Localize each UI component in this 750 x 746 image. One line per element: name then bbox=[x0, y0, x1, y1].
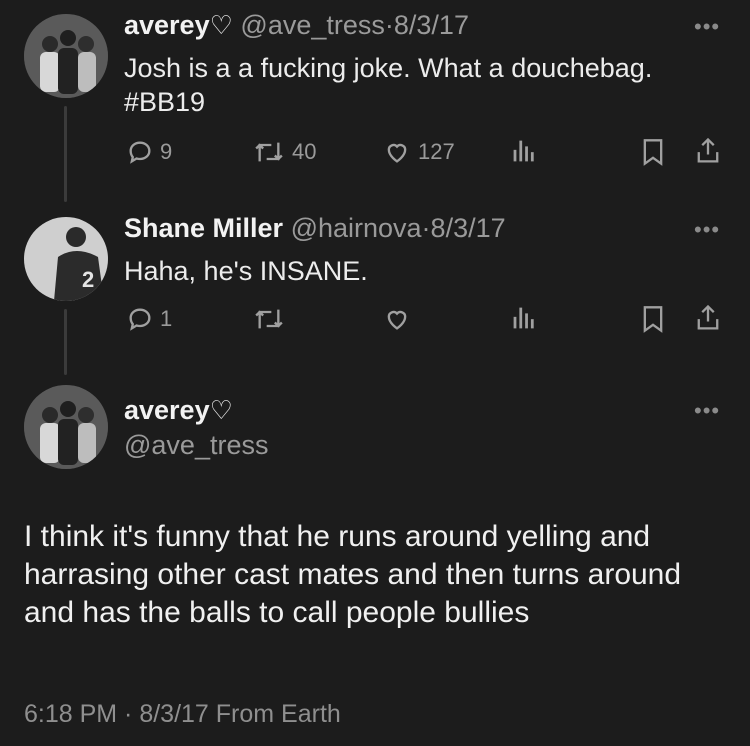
reply-count: 1 bbox=[160, 306, 173, 331]
views-icon bbox=[513, 140, 534, 162]
handle[interactable]: @ave_tress bbox=[240, 10, 384, 40]
bookmark-icon bbox=[643, 306, 663, 333]
tweet-text-line: Josh is a a fucking joke. What a doucheb… bbox=[124, 53, 653, 83]
tweet-header: averey♡ bbox=[124, 395, 233, 426]
reply-icon bbox=[129, 308, 151, 331]
separator: · bbox=[384, 10, 394, 40]
like-button[interactable]: 127 bbox=[382, 138, 455, 166]
handle[interactable]: @hairnova bbox=[291, 213, 422, 243]
tweet-date[interactable]: 8/3/17 bbox=[431, 213, 506, 243]
retweet-icon bbox=[255, 309, 283, 329]
share-icon bbox=[697, 137, 719, 163]
tweet-date[interactable]: 8/3/17 bbox=[394, 10, 469, 40]
more-options-icon[interactable]: ••• bbox=[694, 14, 720, 40]
display-name[interactable]: Shane Miller bbox=[124, 213, 283, 243]
bookmark-button[interactable] bbox=[640, 305, 666, 333]
avatar[interactable] bbox=[24, 385, 108, 469]
display-name[interactable]: averey bbox=[124, 395, 210, 425]
retweet-count: 40 bbox=[292, 139, 317, 164]
more-options-icon[interactable]: ••• bbox=[694, 398, 720, 424]
share-button[interactable] bbox=[694, 303, 722, 333]
handle[interactable]: @ave_tress bbox=[124, 430, 268, 461]
name-heart-symbol: ♡ bbox=[209, 395, 233, 425]
heart-icon bbox=[387, 143, 407, 163]
retweet-button[interactable] bbox=[252, 305, 286, 333]
reply-icon bbox=[129, 141, 151, 164]
svg-text:2: 2 bbox=[82, 267, 94, 292]
display-name[interactable]: averey bbox=[124, 10, 210, 40]
separator: · bbox=[421, 213, 431, 243]
tweet-timestamp-source: 6:18 PM · 8/3/17 From Earth bbox=[24, 700, 341, 728]
reply-button[interactable]: 1 bbox=[126, 305, 172, 333]
like-count: 127 bbox=[418, 139, 455, 164]
heart-icon bbox=[387, 310, 407, 330]
share-icon bbox=[697, 304, 719, 330]
reply-button[interactable]: 9 bbox=[126, 138, 172, 166]
bookmark-button[interactable] bbox=[640, 138, 666, 166]
avatar[interactable] bbox=[24, 14, 108, 98]
views-button[interactable] bbox=[510, 136, 538, 166]
share-button[interactable] bbox=[694, 136, 722, 166]
tweet-text: Josh is a a fucking joke. What a doucheb… bbox=[124, 51, 652, 119]
like-button[interactable] bbox=[382, 305, 412, 333]
tweet-header: averey♡ @ave_tress·8/3/17 bbox=[124, 10, 469, 41]
more-options-icon[interactable]: ••• bbox=[694, 217, 720, 243]
bookmark-icon bbox=[643, 139, 663, 166]
tweet-text: Haha, he's INSANE. bbox=[124, 256, 368, 286]
name-heart-symbol: ♡ bbox=[209, 10, 233, 40]
thread-line bbox=[64, 106, 67, 202]
thread-line bbox=[64, 309, 67, 375]
views-button[interactable] bbox=[510, 303, 538, 333]
main-tweet-text: I think it's funny that he runs around y… bbox=[24, 520, 682, 629]
views-icon bbox=[513, 307, 534, 329]
tweet-header: Shane Miller @hairnova·8/3/17 bbox=[124, 213, 506, 244]
hashtag-link[interactable]: #BB19 bbox=[124, 85, 652, 119]
reply-count: 9 bbox=[160, 139, 173, 164]
retweet-icon bbox=[255, 142, 283, 162]
avatar[interactable]: 2 bbox=[24, 217, 108, 301]
retweet-button[interactable]: 40 bbox=[252, 138, 316, 166]
